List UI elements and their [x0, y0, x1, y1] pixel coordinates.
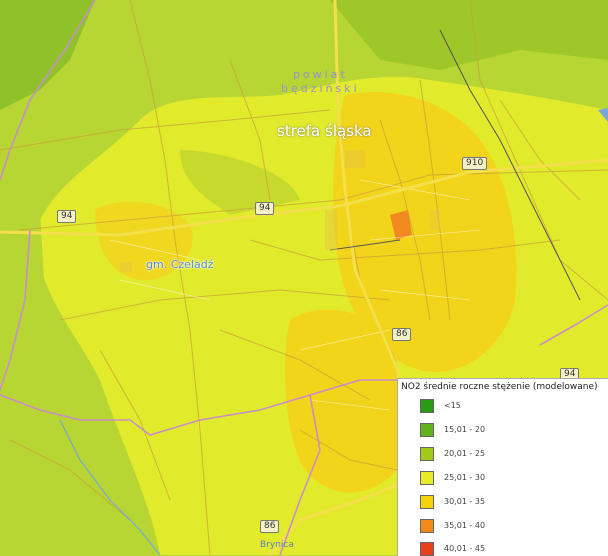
- legend-swatch: [420, 495, 434, 509]
- road-shield: 94: [57, 210, 77, 223]
- legend-swatch: [420, 519, 434, 533]
- legend-label: 35,01 - 40: [444, 521, 486, 530]
- legend: NO2 średnie roczne stężenie (modelowane)…: [397, 378, 608, 556]
- legend-label: 30,01 - 35: [444, 497, 486, 506]
- legend-label: 20,01 - 25: [444, 449, 486, 458]
- legend-label: 15,01 - 20: [444, 425, 486, 434]
- legend-swatch: [420, 471, 434, 485]
- road-shield: 86: [392, 328, 412, 341]
- legend-swatch: [420, 447, 434, 461]
- legend-title: NO2 średnie roczne stężenie (modelowane): [401, 382, 598, 392]
- legend-label: 25,01 - 30: [444, 473, 486, 482]
- legend-label: 40,01 - 45: [444, 544, 486, 553]
- river-label: Brynica: [260, 540, 294, 550]
- legend-swatch: [420, 542, 434, 556]
- powiat-label-line1: powiat: [292, 68, 348, 81]
- municipality-label: gm. Czeladź: [146, 258, 214, 271]
- road-shield: 86: [260, 520, 280, 533]
- powiat-label: powiat będziński: [281, 68, 360, 96]
- zone-label: strefa śląska: [277, 122, 372, 140]
- legend-swatch: [420, 399, 434, 413]
- road-shield: 94: [255, 202, 275, 215]
- road-shield: 910: [462, 157, 488, 170]
- legend-label: <15: [444, 401, 461, 410]
- legend-swatch: [420, 423, 434, 437]
- powiat-label-line2: będziński: [281, 82, 360, 95]
